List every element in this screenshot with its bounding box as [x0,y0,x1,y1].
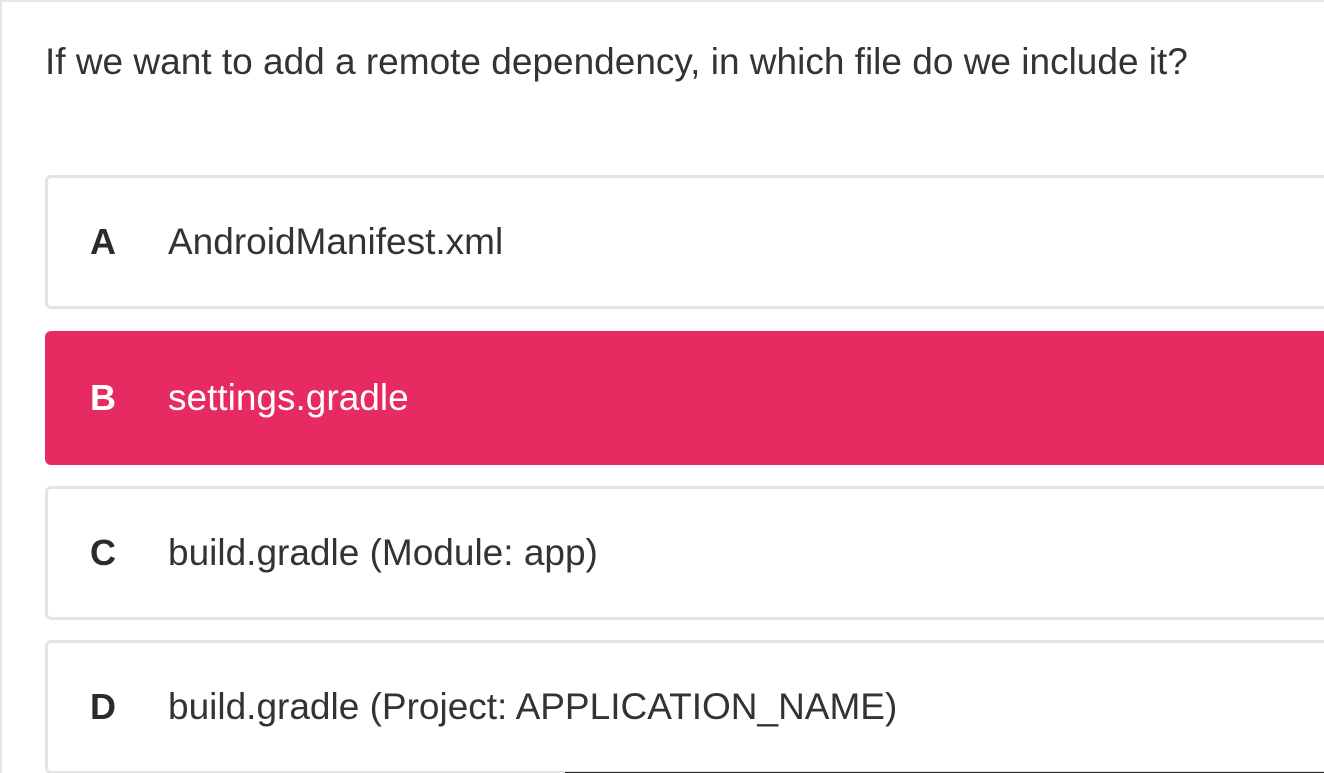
option-letter: D [90,686,116,727]
option-text: settings.gradle [168,377,409,418]
quiz-panel: If we want to add a remote dependency, i… [0,0,1324,773]
option-text: build.gradle (Module: app) [168,532,598,573]
option-text: AndroidManifest.xml [168,221,504,262]
question-text: If we want to add a remote dependency, i… [45,41,1188,82]
option-b[interactable]: B settings.gradle [45,331,1324,465]
option-c[interactable]: C build.gradle (Module: app) [45,486,1324,620]
option-letter: C [90,532,116,573]
option-letter: A [90,221,116,262]
option-letter: B [90,377,116,418]
option-d[interactable]: D build.gradle (Project: APPLICATION_NAM… [45,640,1324,773]
option-a[interactable]: A AndroidManifest.xml [45,175,1324,309]
option-text: build.gradle (Project: APPLICATION_NAME) [168,686,898,727]
